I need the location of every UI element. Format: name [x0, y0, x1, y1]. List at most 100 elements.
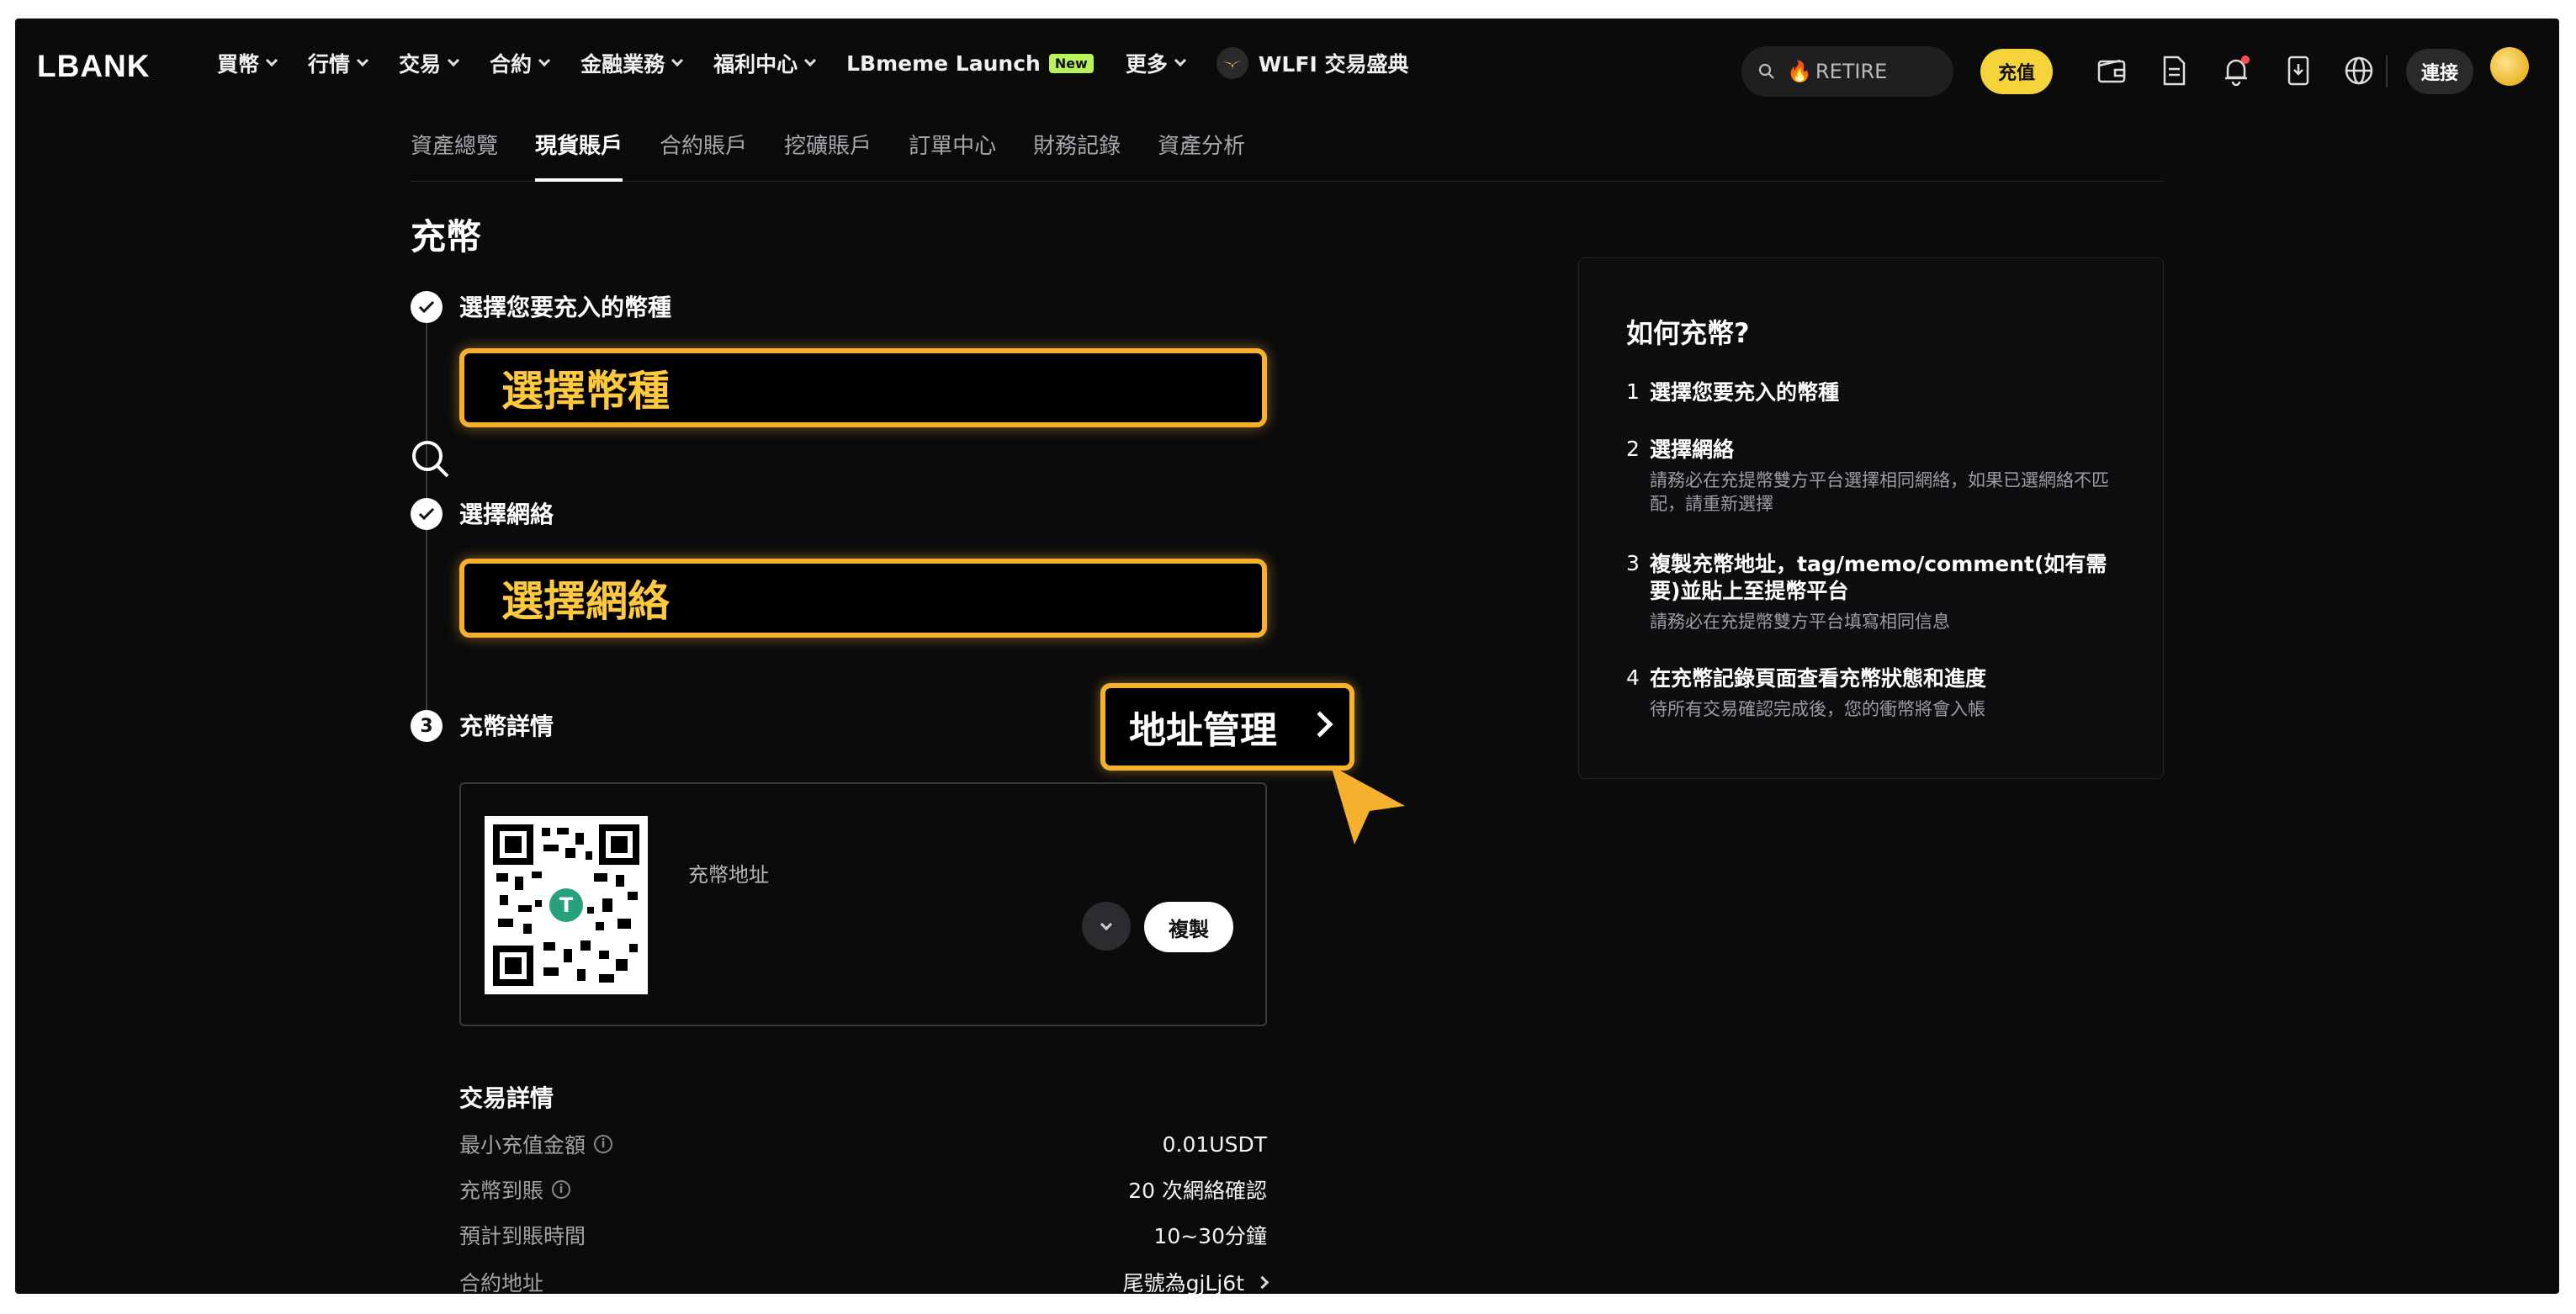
eagle-icon: [1216, 47, 1248, 79]
howto-step-head: 複製充幣地址，tag/memo/comment(如有需要)並貼上至提幣平台: [1650, 552, 2107, 603]
tx-value: 20 次網絡確認: [1128, 1179, 1267, 1203]
lbank-logo[interactable]: LBANK: [37, 49, 150, 84]
address-management-label: 地址管理: [1129, 709, 1277, 752]
copy-address-button[interactable]: 複製: [1144, 902, 1233, 952]
step-1-label: 選擇您要充入的幣種: [459, 294, 672, 321]
tab-financial-records[interactable]: 財務記錄: [1033, 108, 1121, 182]
nav-markets[interactable]: 行情: [308, 48, 369, 78]
tab-mining-account[interactable]: 挖礦賬戶: [784, 108, 872, 182]
nav-futures[interactable]: 合約: [490, 48, 551, 78]
select-coin-field[interactable]: 選擇幣種: [459, 348, 1267, 427]
nav-label: 更多: [1125, 52, 1168, 77]
howto-step-desc: 待所有交易確認完成後，您的衝幣將會入帳: [1650, 699, 1985, 719]
howto-step-1: 1 選擇您要充入的幣種: [1626, 379, 2131, 406]
tx-row-confirmations: 充幣到賬 i 20 次網絡確認: [459, 1173, 1267, 1206]
chevron-down-icon: [447, 54, 460, 67]
nav-lbmeme-launch[interactable]: LBmeme Launch New: [846, 51, 1094, 76]
tx-key: 合約地址: [459, 1271, 544, 1294]
howto-step-head: 選擇網絡: [1650, 437, 1735, 462]
wallet-icon[interactable]: [2095, 54, 2128, 87]
nav-label: 交易: [399, 52, 442, 77]
search-hot-keyword: RETIRE: [1815, 60, 1888, 83]
nav-label: 行情: [308, 52, 351, 77]
svg-text:T: T: [559, 893, 574, 917]
language-globe-icon[interactable]: [2342, 54, 2376, 87]
nav-buy-crypto[interactable]: 買幣: [217, 48, 278, 78]
tx-key: 充幣到賬 i: [459, 1174, 571, 1205]
nav-label: 合約: [490, 52, 533, 77]
nav-finance[interactable]: 金融業務: [580, 48, 684, 78]
chevron-down-icon: [1100, 918, 1113, 930]
nav-label: LBmeme Launch: [846, 50, 1041, 76]
nav-label: WLFI 交易盛典: [1258, 52, 1409, 77]
nav-trade[interactable]: 交易: [399, 48, 460, 78]
tx-key-text: 最小充值金額: [459, 1133, 586, 1158]
tx-key: 最小充值金額 i: [459, 1129, 613, 1159]
tx-value: 尾號為gjLj6t: [1122, 1267, 1269, 1294]
deposit-button[interactable]: 充值: [1980, 49, 2053, 94]
chevron-down-icon: [265, 54, 278, 67]
chevron-down-icon: [1174, 54, 1186, 67]
nav-rewards[interactable]: 福利中心: [713, 48, 817, 78]
chevron-down-icon: [671, 54, 684, 67]
tx-row-eta: 預計到賬時間 10~30分鐘: [459, 1218, 1267, 1252]
tab-asset-analysis[interactable]: 資產分析: [1158, 108, 1245, 182]
avatar[interactable]: [2490, 47, 2529, 86]
tx-value-text: 尾號為gjLj6t: [1122, 1271, 1244, 1294]
tx-key: 預計到賬時間: [459, 1224, 586, 1248]
fire-icon: 🔥: [1787, 60, 1812, 83]
chevron-right-icon: [1255, 1275, 1269, 1289]
deposit-address-card: T 充幣地址 複製: [459, 782, 1267, 1026]
search-icon[interactable]: [409, 437, 453, 481]
info-icon[interactable]: i: [594, 1135, 613, 1153]
howto-step-num: 1: [1626, 379, 1640, 404]
how-to-deposit-panel: 如何充幣? 1 選擇您要充入的幣種 2 選擇網絡 請務必在充提幣雙方平台選擇相同…: [1578, 257, 2164, 779]
how-to-deposit-title: 如何充幣?: [1626, 317, 1750, 349]
tab-asset-overview[interactable]: 資產總覽: [411, 108, 498, 182]
step-2-label: 選擇網絡: [459, 501, 554, 528]
howto-step-3: 3 複製充幣地址，tag/memo/comment(如有需要)並貼上至提幣平台 …: [1626, 551, 2131, 633]
address-dropdown-button[interactable]: [1082, 902, 1131, 951]
notification-bell-icon[interactable]: [2219, 54, 2253, 87]
tx-row-min-deposit: 最小充值金額 i 0.01USDT: [459, 1127, 1267, 1161]
main-menu: 買幣 行情 交易 合約 金融業務 福利中心 LBmeme Launch New 更…: [217, 19, 1440, 108]
tx-value: 10~30分鐘: [1153, 1224, 1267, 1248]
tab-order-center[interactable]: 訂單中心: [909, 108, 996, 182]
tab-spot-account[interactable]: 現貨賬戶: [535, 108, 623, 182]
nav-more[interactable]: 更多: [1125, 48, 1186, 78]
account-tabs: 資產總覽 現貨賬戶 合約賬戶 挖礦賬戶 訂單中心 財務記錄 資產分析: [411, 108, 2164, 182]
howto-step-2: 2 選擇網絡 請務必在充提幣雙方平台選擇相同網絡，如果已選網絡不匹配，請重新選擇: [1626, 437, 2131, 516]
chevron-down-icon: [356, 54, 369, 67]
transaction-details-title: 交易詳情: [459, 1084, 554, 1112]
tx-row-contract-address[interactable]: 合約地址 尾號為gjLj6t: [459, 1265, 1269, 1294]
page-title: 充幣: [411, 216, 482, 257]
info-icon[interactable]: i: [552, 1180, 571, 1199]
step-1-check-icon: [411, 291, 443, 323]
chevron-down-icon: [804, 54, 817, 67]
howto-step-head: 選擇您要充入的幣種: [1650, 380, 1840, 405]
nav-wlfi-promo[interactable]: WLFI 交易盛典: [1216, 47, 1409, 79]
order-document-icon[interactable]: [2157, 54, 2191, 87]
chevron-right-icon: [1307, 711, 1333, 738]
app-window: LBANK 買幣 行情 交易 合約 金融業務 福利中心 LBmeme Launc…: [15, 19, 2559, 1294]
pointer-arrow-icon: [1331, 766, 1405, 845]
deposit-qr-code: T: [485, 816, 648, 994]
search-input[interactable]: 🔥 RETIRE: [1741, 46, 1953, 97]
step-3-label: 充幣詳情: [459, 713, 554, 740]
search-icon: [1758, 63, 1774, 79]
tx-key-text: 充幣到賬: [459, 1179, 544, 1203]
deposit-address-label: 充幣地址: [688, 863, 769, 887]
tx-value: 0.01USDT: [1162, 1131, 1267, 1157]
download-app-icon[interactable]: [2282, 54, 2315, 87]
nav-divider: [2386, 56, 2388, 87]
chevron-down-icon: [538, 54, 551, 67]
tab-futures-account[interactable]: 合約賬戶: [660, 108, 747, 182]
nav-label: 福利中心: [713, 52, 798, 77]
step-2-check-icon: [411, 498, 443, 530]
top-nav: LBANK 買幣 行情 交易 合約 金融業務 福利中心 LBmeme Launc…: [15, 19, 2559, 108]
connect-button[interactable]: 連接: [2406, 49, 2473, 94]
howto-step-num: 2: [1626, 437, 1640, 461]
howto-step-num: 3: [1626, 551, 1640, 575]
step-3-number: 3: [411, 710, 443, 742]
select-network-field[interactable]: 選擇網絡: [459, 559, 1267, 638]
